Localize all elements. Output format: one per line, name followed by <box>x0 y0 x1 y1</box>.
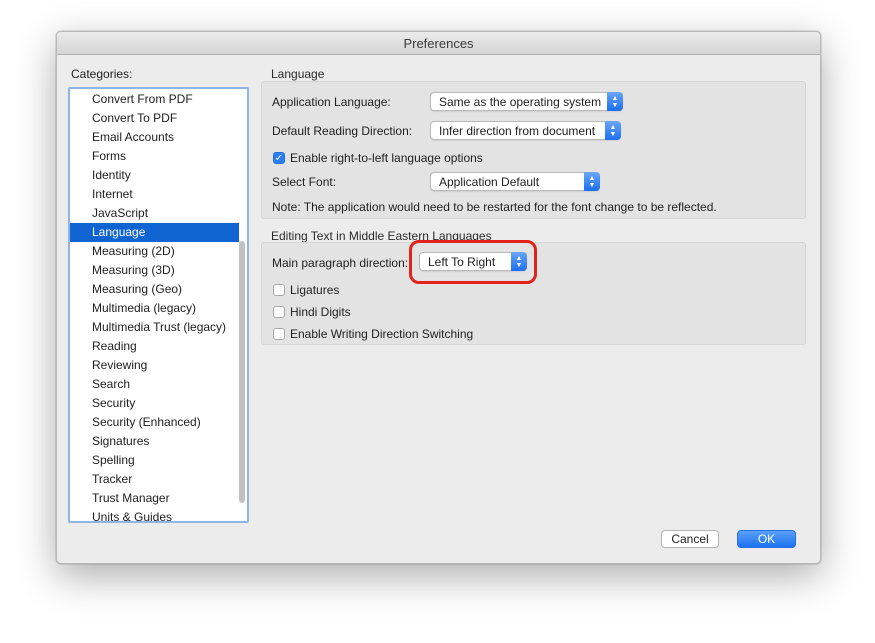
writing-direction-label[interactable]: Enable Writing Direction Switching <box>290 327 473 341</box>
rtl-checkbox-label[interactable]: Enable right-to-left language options <box>290 151 483 165</box>
category-item[interactable]: Internet <box>70 185 239 204</box>
reading-direction-label: Default Reading Direction: <box>272 124 413 138</box>
ok-button[interactable]: OK <box>737 530 796 548</box>
hindi-digits-checkbox[interactable] <box>273 306 285 318</box>
window-title: Preferences <box>57 32 820 55</box>
category-item[interactable]: Reading <box>70 337 239 356</box>
paragraph-direction-value: Left To Right <box>428 255 496 269</box>
category-item[interactable]: Tracker <box>70 470 239 489</box>
rtl-checkbox[interactable]: ✓ <box>273 152 285 164</box>
select-font-select[interactable]: Application Default ▲ ▼ <box>430 172 600 191</box>
category-item[interactable]: Trust Manager <box>70 489 239 508</box>
category-item[interactable]: Security <box>70 394 239 413</box>
select-arrows-icon: ▲ ▼ <box>511 252 527 271</box>
ligatures-checkbox[interactable] <box>273 284 285 296</box>
checkmark-icon: ✓ <box>274 153 284 164</box>
category-item[interactable]: Security (Enhanced) <box>70 413 239 432</box>
category-item[interactable]: Measuring (3D) <box>70 261 239 280</box>
middle-eastern-group: Main paragraph direction: Left To Right … <box>261 242 806 345</box>
select-font-value: Application Default <box>439 175 540 189</box>
category-item[interactable]: Units & Guides <box>70 508 239 521</box>
category-item[interactable]: Multimedia Trust (legacy) <box>70 318 239 337</box>
category-item[interactable]: Forms <box>70 147 239 166</box>
cancel-button[interactable]: Cancel <box>661 530 719 548</box>
preferences-window: Preferences Categories: Convert From PDF… <box>56 31 821 564</box>
reading-direction-value: Infer direction from document <box>439 124 596 138</box>
reading-direction-select[interactable]: Infer direction from document ▲ ▼ <box>430 121 621 140</box>
category-item[interactable]: JavaScript <box>70 204 239 223</box>
category-item[interactable]: Identity <box>70 166 239 185</box>
app-language-select[interactable]: Same as the operating system ▲ ▼ <box>430 92 623 111</box>
paragraph-direction-label: Main paragraph direction: <box>272 256 409 270</box>
select-arrows-icon: ▲ ▼ <box>584 172 600 191</box>
category-item[interactable]: Email Accounts <box>70 128 239 147</box>
category-item[interactable]: Measuring (Geo) <box>70 280 239 299</box>
writing-direction-checkbox[interactable] <box>273 328 285 340</box>
categories-list[interactable]: Convert From PDF Convert To PDF Email Acco… <box>68 87 249 523</box>
category-item[interactable]: Multimedia (legacy) <box>70 299 239 318</box>
ligatures-label[interactable]: Ligatures <box>290 283 339 297</box>
category-item[interactable]: Reviewing <box>70 356 239 375</box>
category-item[interactable]: Convert To PDF <box>70 109 239 128</box>
paragraph-direction-select[interactable]: Left To Right ▲ ▼ <box>419 252 527 271</box>
category-item[interactable]: Search <box>70 375 239 394</box>
select-arrows-icon: ▲ ▼ <box>607 92 623 111</box>
app-language-value: Same as the operating system <box>439 95 602 109</box>
language-group: Application Language: Same as the operat… <box>261 81 806 219</box>
language-section-title: Language <box>271 67 325 81</box>
category-item[interactable]: Spelling <box>70 451 239 470</box>
app-language-label: Application Language: <box>272 95 391 109</box>
select-font-label: Select Font: <box>272 175 337 189</box>
select-arrows-icon: ▲ ▼ <box>605 121 621 140</box>
categories-label: Categories: <box>71 67 133 81</box>
category-item[interactable]: Language <box>70 223 239 242</box>
middle-eastern-section-title: Editing Text in Middle Eastern Languages <box>271 229 492 243</box>
category-item[interactable]: Measuring (2D) <box>70 242 239 261</box>
category-item[interactable]: Convert From PDF <box>70 90 239 109</box>
hindi-digits-label[interactable]: Hindi Digits <box>290 305 351 319</box>
restart-note: Note: The application would need to be r… <box>272 200 717 214</box>
categories-scrollbar[interactable] <box>239 241 245 503</box>
category-item[interactable]: Signatures <box>70 432 239 451</box>
